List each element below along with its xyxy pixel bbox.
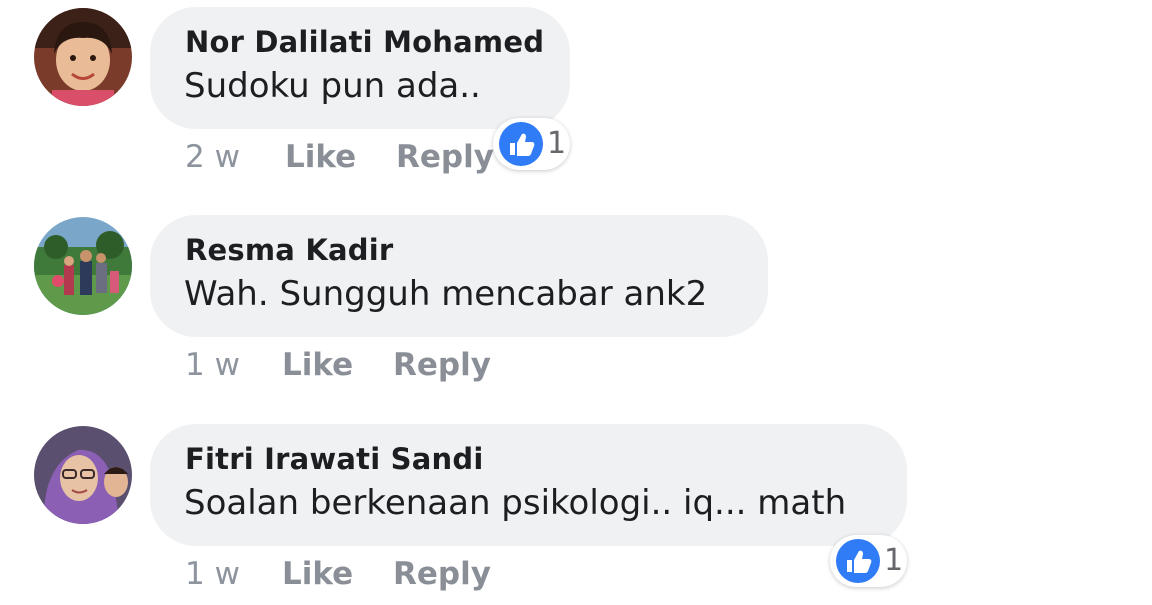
reply-link[interactable]: Reply xyxy=(393,556,491,592)
comment-text: Wah. Sungguh mencabar ank2 xyxy=(184,274,708,314)
like-link[interactable]: Like xyxy=(282,347,353,383)
avatar[interactable] xyxy=(34,426,132,524)
reaction-count: 1 xyxy=(884,543,904,578)
comment-timestamp[interactable]: 2 w xyxy=(185,139,240,175)
thumbs-up-icon xyxy=(836,539,880,583)
reaction-summary[interactable]: 1 xyxy=(493,118,570,170)
comment-bubble: Nor Dalilati Mohamed Sudoku pun ada.. xyxy=(150,7,570,129)
comment-bubble: Fitri Irawati Sandi Soalan berkenaan psi… xyxy=(150,424,907,546)
thumbs-up-icon xyxy=(499,122,543,166)
comment-bubble: Resma Kadir Wah. Sungguh mencabar ank2 xyxy=(150,215,768,337)
like-link[interactable]: Like xyxy=(285,139,356,175)
comment-author[interactable]: Nor Dalilati Mohamed xyxy=(185,25,544,59)
comment-text: Soalan berkenaan psikologi.. iq... math xyxy=(184,483,847,523)
avatar[interactable] xyxy=(34,8,132,106)
comment-author[interactable]: Fitri Irawati Sandi xyxy=(185,442,483,476)
comment-author[interactable]: Resma Kadir xyxy=(185,233,393,267)
reaction-summary[interactable]: 1 xyxy=(830,535,907,587)
reply-link[interactable]: Reply xyxy=(393,347,491,383)
like-link[interactable]: Like xyxy=(282,556,353,592)
avatar[interactable] xyxy=(34,217,132,315)
comment-timestamp[interactable]: 1 w xyxy=(185,556,240,592)
comment-timestamp[interactable]: 1 w xyxy=(185,347,240,383)
comment-text: Sudoku pun ada.. xyxy=(184,66,481,106)
reaction-count: 1 xyxy=(547,126,567,161)
reply-link[interactable]: Reply xyxy=(396,139,494,175)
